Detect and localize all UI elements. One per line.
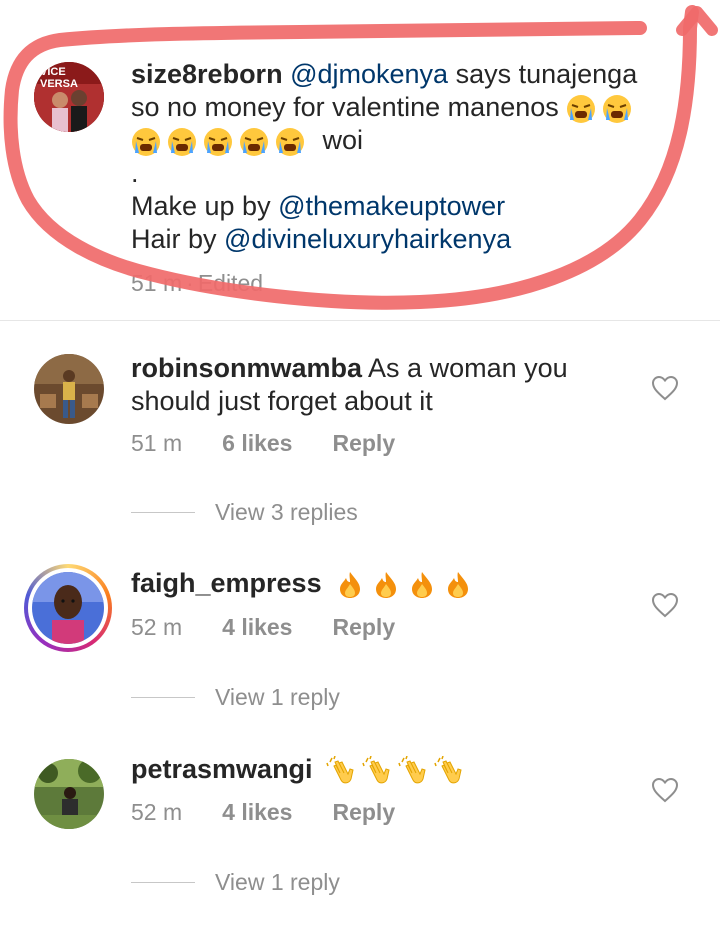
fire-emoji <box>412 571 433 598</box>
avatar-image <box>32 572 104 644</box>
clapping-hands-emoji <box>434 755 462 784</box>
comment-meta: 52 m 4 likes Reply <box>131 799 395 826</box>
likes-count[interactable]: 4 likes <box>222 614 292 641</box>
fire-emoji <box>448 571 469 598</box>
comment-text-2: should just forget about it <box>131 386 433 416</box>
story-ring[interactable] <box>24 564 112 652</box>
heart-icon[interactable] <box>651 777 679 803</box>
likes-count[interactable]: 4 likes <box>222 799 292 826</box>
view-replies-label: View 3 replies <box>215 499 358 525</box>
view-replies-button[interactable]: View 3 replies <box>131 499 358 526</box>
comment-username[interactable]: faigh_empress <box>131 568 322 598</box>
reply-button[interactable]: Reply <box>332 799 395 826</box>
avatar-image <box>34 759 104 829</box>
fire-emoji <box>376 571 397 598</box>
fire-emoji <box>340 571 361 598</box>
comment-text: robinsonmwamba As a woman you should jus… <box>131 352 631 418</box>
section-divider <box>0 320 720 321</box>
reply-button[interactable]: Reply <box>332 430 395 457</box>
view-replies-label: View 1 reply <box>215 869 340 895</box>
view-replies-button[interactable]: View 1 reply <box>131 684 340 711</box>
annotation-highlight-loop <box>3 5 718 310</box>
fire-emoji-group <box>335 570 473 600</box>
clapping-hands-emoji <box>398 755 426 784</box>
view-replies-label: View 1 reply <box>215 684 340 710</box>
comment-username[interactable]: petrasmwangi <box>131 754 313 784</box>
comment-meta: 51 m 6 likes Reply <box>131 430 395 457</box>
comment-avatar-faigh-empress <box>32 572 104 644</box>
heart-icon[interactable] <box>651 375 679 401</box>
likes-count[interactable]: 6 likes <box>222 430 292 457</box>
comment-avatar-robinsonmwamba[interactable] <box>34 354 104 424</box>
avatar-image <box>34 354 104 424</box>
comment-username[interactable]: robinsonmwamba <box>131 353 362 383</box>
clapping-hands-emoji <box>362 755 390 784</box>
comment-text: petrasmwangi <box>131 753 631 786</box>
heart-icon[interactable] <box>651 592 679 618</box>
view-replies-button[interactable]: View 1 reply <box>131 869 340 896</box>
comment-avatar-petrasmwangi[interactable] <box>34 759 104 829</box>
reply-button[interactable]: Reply <box>332 614 395 641</box>
clapping-emoji-group <box>326 755 464 786</box>
replies-line <box>131 697 195 698</box>
comment-time: 51 m <box>131 430 183 456</box>
replies-line <box>131 512 195 513</box>
comment-text: faigh_empress <box>131 567 631 600</box>
replies-line <box>131 882 195 883</box>
clapping-hands-emoji <box>326 755 354 784</box>
comment-text-1: As a woman you <box>368 353 568 383</box>
comment-time: 52 m <box>131 614 183 640</box>
comment-time: 52 m <box>131 799 183 825</box>
comment-meta: 52 m 4 likes Reply <box>131 614 395 641</box>
